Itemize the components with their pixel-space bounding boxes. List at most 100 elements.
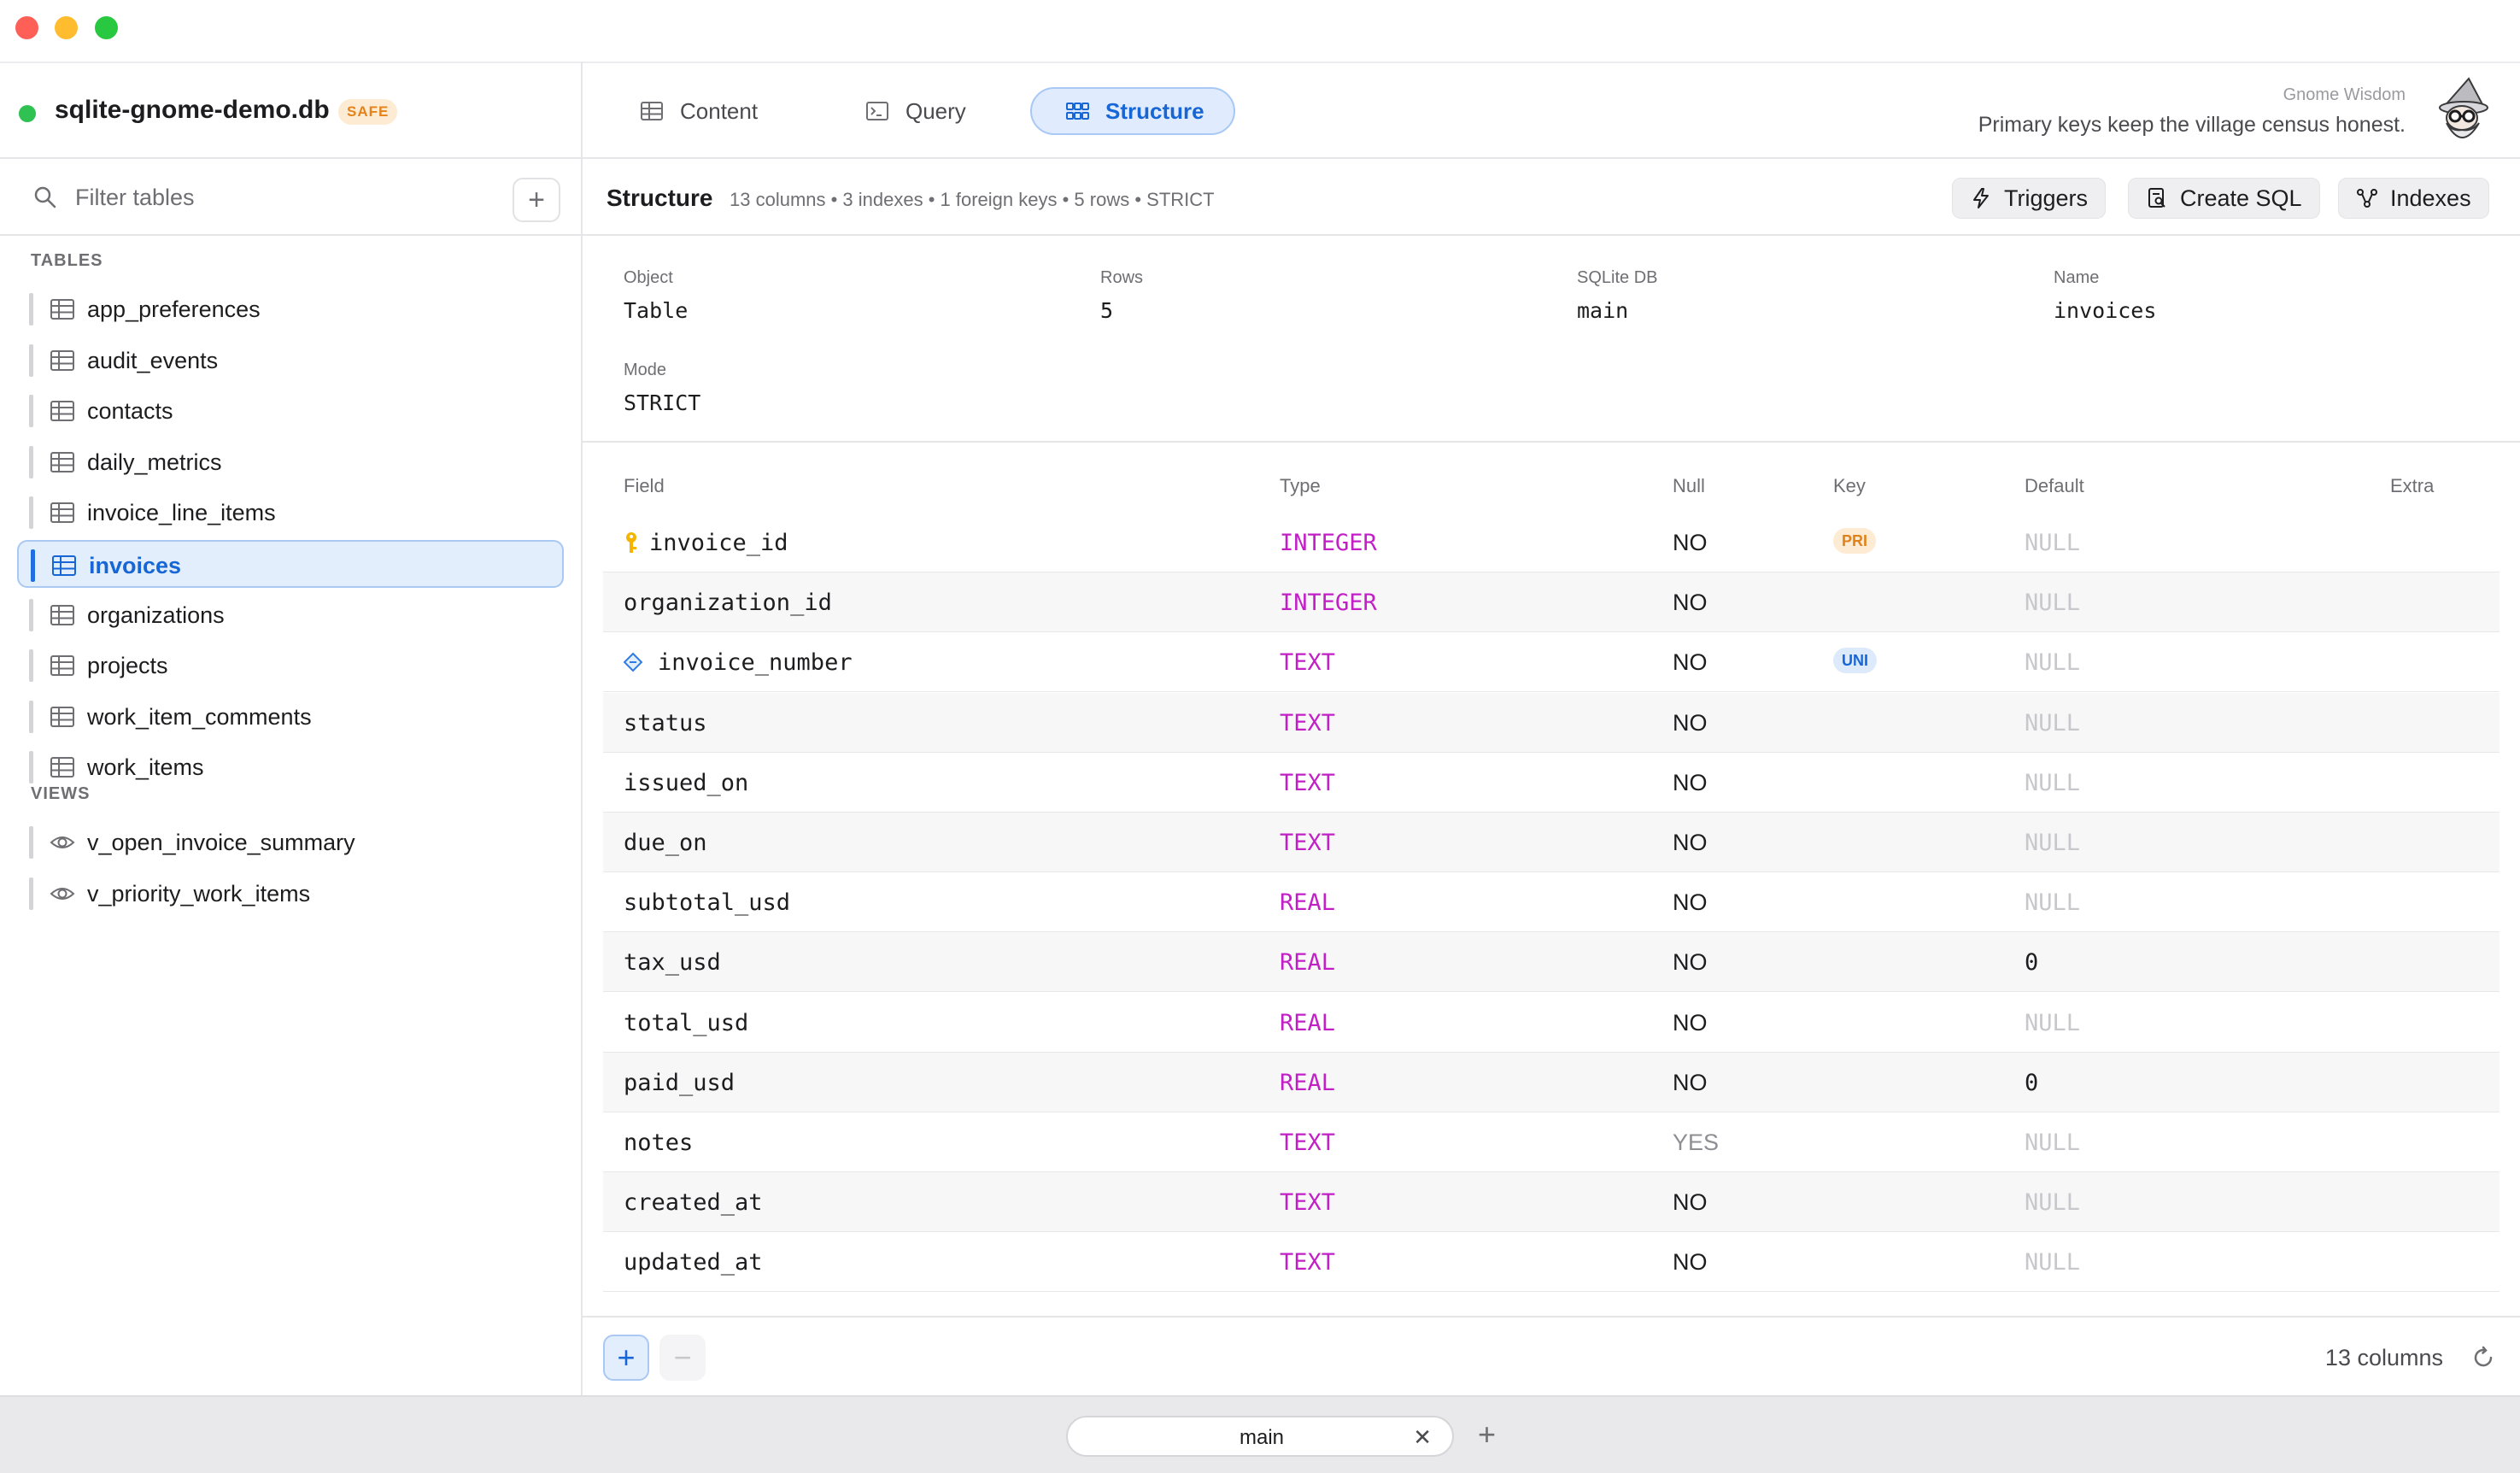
info-rows-label: Rows [1100,268,1144,287]
field-name: subtotal_usd [624,889,791,917]
workspace-tab-main[interactable]: main ✕ [1066,1416,1454,1457]
table-icon [52,555,76,576]
field-default: NULL [2025,649,2081,677]
create-sql-button[interactable]: Create SQL [2128,178,2320,219]
tab-query-label: Query [905,97,966,124]
table-row[interactable]: notes TEXT YES NULL [603,1112,2499,1172]
tab-content[interactable]: Content [639,87,793,135]
refresh-icon[interactable] [2470,1345,2496,1370]
minimize-window-button[interactable] [55,16,78,39]
sidebar-item-label: work_item_comments [87,703,312,730]
header-null[interactable]: Null [1673,475,1705,497]
table-icon [50,401,74,422]
sidebar-item-label: invoices [89,553,182,578]
filter-tables-input[interactable] [73,178,487,217]
sidebar-item-contacts[interactable]: contacts [17,387,564,435]
table-icon [50,706,74,727]
sidebar-item-organizations[interactable]: organizations [17,591,564,639]
header-type[interactable]: Type [1280,475,1321,497]
triggers-button[interactable]: Triggers [1952,178,2107,219]
tree-guide [29,751,33,784]
field-default: NULL [2025,1189,2081,1217]
header-extra[interactable]: Extra [2390,475,2434,497]
close-tab-icon[interactable]: ✕ [1413,1424,1432,1451]
field-default: 0 [2025,949,2039,977]
key-badge: UNI [1833,648,1877,674]
tab-structure[interactable]: Structure [1030,87,1235,135]
info-db-value: main [1577,298,1629,323]
table-row[interactable]: status TEXT NO NULL [603,692,2499,753]
add-table-button[interactable]: + [513,178,560,222]
eye-icon [50,836,75,848]
zoom-window-button[interactable] [95,16,118,39]
tab-structure-label: Structure [1105,97,1204,124]
graph-nodes-icon [2357,189,2377,208]
table-row[interactable]: issued_on TEXT NO NULL [603,753,2499,813]
tree-guide [29,877,33,910]
info-rows-value: 5 [1100,298,1114,323]
header-default[interactable]: Default [2025,475,2084,497]
info-name-label: Name [2054,268,2100,287]
field-nullable: NO [1673,949,1708,976]
remove-column-button[interactable]: − [659,1335,706,1381]
field-nullable: NO [1673,1249,1708,1276]
sidebar-item-app-preferences[interactable]: app_preferences [17,285,564,333]
table-icon [50,655,74,677]
tree-guide [29,343,33,377]
triggers-button-label: Triggers [2004,185,2089,211]
table-row[interactable]: total_usd REAL NO NULL [603,993,2499,1053]
gnome-avatar-icon [2439,77,2488,138]
sidebar-item-work-item-comments[interactable]: work_item_comments [17,693,564,741]
field-type: REAL [1280,949,1336,977]
table-row[interactable]: created_at TEXT NO NULL [603,1172,2499,1233]
sidebar-item-label: daily_metrics [87,449,222,475]
add-column-button[interactable]: + [603,1335,649,1381]
filter-row: + [0,159,581,236]
table-row[interactable]: tax_usd REAL NO 0 [603,932,2499,993]
grid-icon [1066,103,1089,120]
sidebar-item-daily-metrics[interactable]: daily_metrics [17,438,564,486]
table-row[interactable]: invoice_number TEXT NO UNI NULL [603,632,2499,693]
field-type: TEXT [1280,1249,1336,1276]
header-key[interactable]: Key [1833,475,1866,497]
table-info: Object Table Rows 5 SQLite DB main Name … [583,236,2520,443]
field-type: TEXT [1280,649,1336,677]
table-row[interactable]: subtotal_usd REAL NO NULL [603,872,2499,933]
sidebar: sqlite-gnome-demo.db SAFE + TABLES app_p… [0,62,583,1395]
field-type: REAL [1280,889,1336,917]
table-icon [50,604,74,625]
structure-summary: 13 columns • 3 indexes • 1 foreign keys … [730,189,1215,210]
table-row[interactable]: due_on TEXT NO NULL [603,813,2499,872]
key-badge: PRI [1833,528,1877,554]
table-row[interactable]: invoice_id INTEGER NO PRI NULL [603,513,2499,572]
sidebar-item-audit-events[interactable]: audit_events [17,337,564,384]
info-mode: Mode STRICT [624,361,700,415]
table-row[interactable]: updated_at TEXT NO NULL [603,1232,2499,1293]
sidebar-item-projects[interactable]: projects [17,642,564,690]
sidebar-item-v-priority-work-items[interactable]: v_priority_work_items [17,870,564,918]
sidebar-item-work-items[interactable]: work_items [17,743,564,791]
eye-icon [50,887,75,900]
table-icon [50,349,74,371]
sidebar-item-invoice-line-items[interactable]: invoice_line_items [17,489,564,537]
sidebar-item-v-open-invoice-summary[interactable]: v_open_invoice_summary [17,819,564,866]
main-panel: Content Query Structure Gnome Wisdom Pri… [583,62,2520,1395]
tab-query[interactable]: Query [864,87,1001,135]
header-field[interactable]: Field [624,475,665,497]
table-row[interactable]: paid_usd REAL NO 0 [603,1052,2499,1112]
tree-guide [29,700,33,733]
close-window-button[interactable] [15,16,38,39]
sidebar-item-invoices[interactable]: invoices [17,540,564,588]
tables-section-label: TABLES [31,251,103,270]
info-mode-label: Mode [624,361,667,379]
workspace-tab-bar: main ✕ + [0,1395,2520,1473]
field-default: NULL [2025,830,2081,856]
sidebar-item-label: v_open_invoice_summary [87,830,355,855]
field-type: TEXT [1280,709,1336,736]
indexes-button[interactable]: Indexes [2338,178,2489,219]
table-row[interactable]: organization_id INTEGER NO NULL [603,572,2499,633]
field-nullable: NO [1673,769,1708,795]
info-object-label: Object [624,268,673,287]
add-workspace-tab-button[interactable]: + [1478,1419,1496,1450]
tree-guide [29,649,33,683]
